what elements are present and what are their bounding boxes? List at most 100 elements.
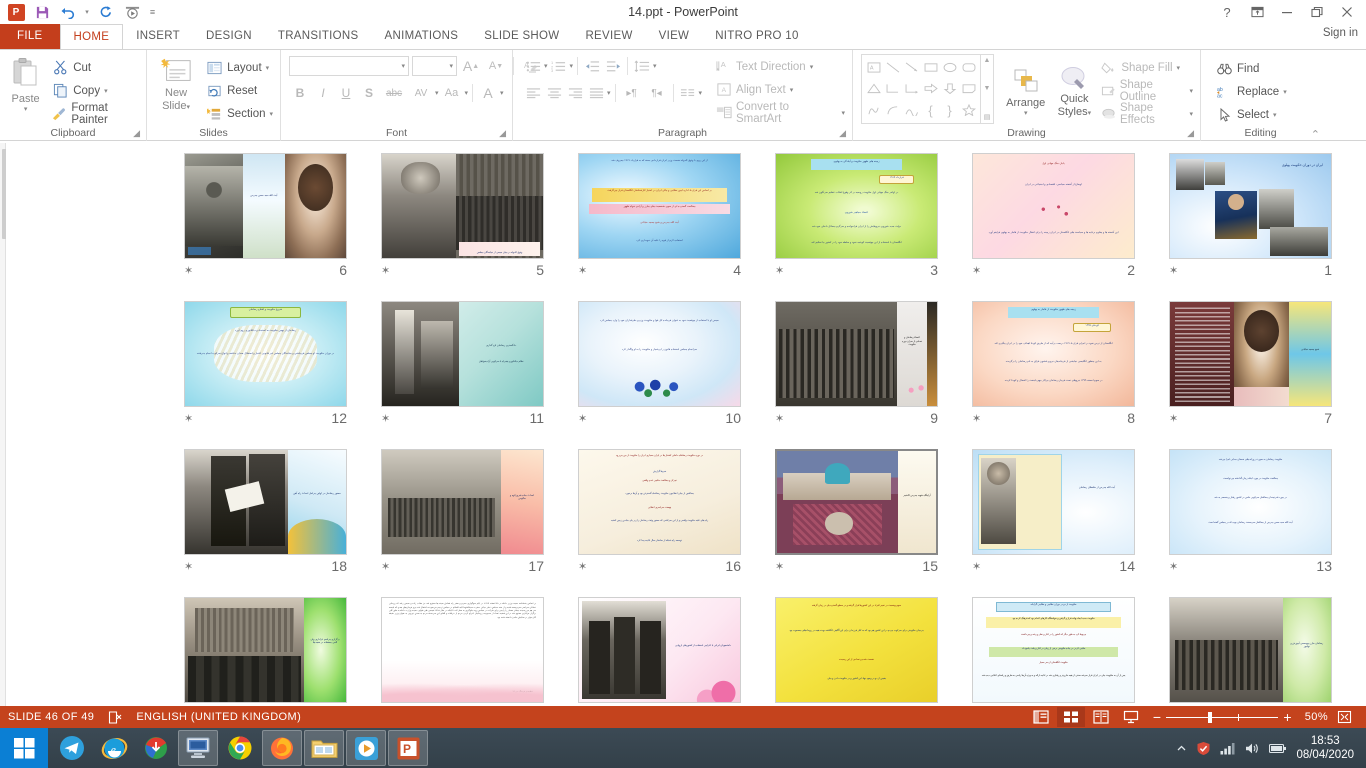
numbering-button[interactable]: 123 <box>549 56 569 77</box>
slide-cell-18[interactable]: حضور رضاخان در اولین مراحل احداث راه آهن… <box>184 449 381 577</box>
shape-curve-icon[interactable] <box>902 100 921 121</box>
spellcheck-icon[interactable] <box>108 711 122 724</box>
tab-nitro-pro[interactable]: NITRO PRO 10 <box>702 24 811 49</box>
change-case-button[interactable]: Aa <box>440 82 464 104</box>
zoom-level-label[interactable]: 50% <box>1300 711 1328 723</box>
sign-in-link[interactable]: Sign in <box>1323 27 1358 39</box>
copy-dropdown-icon[interactable]: ▾ <box>104 87 108 95</box>
increase-font-size-button[interactable]: A▲ <box>460 55 482 77</box>
strikethrough-button[interactable]: abc <box>381 82 407 104</box>
shape-line-icon[interactable] <box>883 57 902 78</box>
redo-icon[interactable] <box>94 1 118 23</box>
shape-right-brace-icon[interactable]: } <box>940 100 959 121</box>
replace-button[interactable]: abac Replace ▾ <box>1213 80 1290 103</box>
arrange-button[interactable]: Arrange ▾ <box>1000 64 1051 117</box>
slide-thumbnail-17[interactable]: احداث جاده فیروزکوه و چالوس <box>381 449 544 555</box>
slide-cell-13[interactable]: حکومت رضاخان به صورت روزانه های نسخان جد… <box>1169 449 1366 577</box>
slide-thumbnail-18[interactable]: حضور رضاخان در اولین مراحل احداث راه آهن <box>184 449 347 555</box>
slide-thumbnail-13[interactable]: حکومت رضاخان به صورت روزانه های نسخان جد… <box>1169 449 1332 555</box>
decrease-font-size-button[interactable]: A▼ <box>485 55 507 77</box>
italic-button[interactable]: I <box>312 82 334 104</box>
font-color-button[interactable]: A <box>477 82 499 104</box>
slide-thumbnail-5[interactable]: وثوق الدوله در میان جمعی از نمایندگان مج… <box>381 153 544 259</box>
format-painter-button[interactable]: Format Painter <box>49 102 142 125</box>
slide-thumbnail-3[interactable]: زمینه های ظهور حکومت و آمادگی به پهلوی ق… <box>775 153 938 259</box>
slide-thumbnail-20[interactable]: حکومت از دو در دوران نظامی و نظامی گرایا… <box>972 597 1135 703</box>
slide-cell-2[interactable]: پایان جنگ جهانی اول اوضاع از آشفته سیاسی… <box>972 153 1169 281</box>
convert-to-smartart-button[interactable]: Convert to SmartArt ▾ <box>712 101 848 124</box>
shape-left-brace-icon[interactable]: { <box>921 100 940 121</box>
slide-indicator[interactable]: SLIDE 46 OF 49 <box>8 711 94 723</box>
shapes-gallery[interactable]: A { } <box>861 54 994 124</box>
text-shadow-button[interactable]: S <box>358 82 380 104</box>
shapes-scroll-down-icon[interactable]: ▼ <box>984 85 991 92</box>
battery-icon[interactable] <box>1269 743 1287 754</box>
volume-icon[interactable] <box>1245 742 1260 755</box>
font-dialog-launcher[interactable]: ◢ <box>499 126 506 140</box>
slide-cell-1[interactable]: ایران در دوران حکومت پهلوی ✶ 1 <box>1169 153 1366 281</box>
network-signal-icon[interactable] <box>1220 742 1236 755</box>
shape-elbow-arrow-icon[interactable] <box>902 78 921 99</box>
shape-rounded-rect-icon[interactable] <box>959 57 978 78</box>
shapes-gallery-scrollbar[interactable]: ▲ ▼ ▤ <box>981 54 994 124</box>
slide-cell-8[interactable]: زمینه های ظهور حکومت از قاجار به پهلوی ک… <box>972 301 1169 429</box>
slide-thumbnail-12[interactable]: شروع حکومت و افتتاح رضاخان رضاخان از بهم… <box>184 301 347 407</box>
shape-textbox-icon[interactable]: A <box>864 57 883 78</box>
slide-thumbnail-11[interactable]: دادگستری رضاخان تاج گذاری نظام دیکتاتوری… <box>381 301 544 407</box>
fit-slide-to-window-button[interactable] <box>1330 707 1358 727</box>
taskbar-internet-download-manager-icon[interactable] <box>136 730 176 766</box>
shape-star-icon[interactable] <box>959 100 978 121</box>
align-right-button[interactable] <box>565 83 585 104</box>
tab-animations[interactable]: ANIMATIONS <box>372 24 472 49</box>
zoom-in-button[interactable]: + <box>1283 709 1292 725</box>
paragraph-dialog-launcher[interactable]: ◢ <box>839 126 846 140</box>
slide-thumbnail-24[interactable]: برگزاری مراسم عزاداری ولی النبی محققانه … <box>184 597 347 703</box>
bold-button[interactable]: B <box>289 82 311 104</box>
normal-view-button[interactable] <box>1027 707 1055 727</box>
tab-view[interactable]: VIEW <box>646 24 703 49</box>
restore-button[interactable] <box>1302 1 1332 23</box>
slide-show-view-button[interactable] <box>1117 707 1145 727</box>
zoom-slider[interactable]: − + <box>1153 709 1292 725</box>
increase-indent-button[interactable] <box>603 56 623 77</box>
shape-effects-button[interactable]: Shape Effects ▾ <box>1097 103 1196 126</box>
zoom-handle[interactable] <box>1208 712 1212 723</box>
decrease-indent-button[interactable] <box>582 56 602 77</box>
shape-down-arrow-icon[interactable] <box>940 78 959 99</box>
shape-scribble-icon[interactable] <box>864 100 883 121</box>
taskbar-powerpoint-icon[interactable]: P <box>388 730 428 766</box>
columns-button[interactable] <box>678 83 698 104</box>
shapes-scroll-up-icon[interactable]: ▲ <box>984 57 991 64</box>
tab-home[interactable]: HOME <box>60 24 124 49</box>
tab-slide-show[interactable]: SLIDE SHOW <box>471 24 572 49</box>
shape-fill-button[interactable]: Shape Fill ▾ <box>1097 57 1196 80</box>
line-spacing-button[interactable] <box>632 56 652 77</box>
ltr-text-direction-button[interactable]: ▸¶ <box>620 83 644 104</box>
slide-thumbnail-10[interactable]: سپس او با استفاده از موقعیت خود به عنوان… <box>578 301 741 407</box>
slide-thumbnail-22[interactable]: دانشجویان ایرانی با اعزامی استفاده از کش… <box>578 597 741 703</box>
align-left-button[interactable] <box>523 83 543 104</box>
shapes-more-icon[interactable]: ▤ <box>984 113 991 121</box>
slide-thumbnail-23[interactable]: بر اساس بخشنامه حمیده وزیر داخله در ۲۸ ا… <box>381 597 544 703</box>
tab-review[interactable]: REVIEW <box>572 24 645 49</box>
section-button[interactable]: Section ▾ <box>203 102 276 125</box>
save-icon[interactable] <box>30 1 54 23</box>
slide-thumbnail-19[interactable]: رضاخان خازن موسسی آموزش و نوآموز <box>1169 597 1332 703</box>
shape-rectangle-icon[interactable] <box>921 57 940 78</box>
slide-thumbnail-1[interactable]: ایران در دوران حکومت پهلوی <box>1169 153 1332 259</box>
reset-button[interactable]: Reset <box>203 79 276 102</box>
shape-oval-icon[interactable] <box>940 57 959 78</box>
minimize-button[interactable] <box>1272 1 1302 23</box>
slide-thumbnail-8[interactable]: زمینه های ظهور حکومت از قاجار به پهلوی ک… <box>972 301 1135 407</box>
language-indicator[interactable]: ENGLISH (UNITED KINGDOM) <box>136 711 301 723</box>
slide-cell-10[interactable]: سپس او با استفاده از موقعیت خود به عنوان… <box>578 301 775 429</box>
font-size-combobox[interactable]: ▾ <box>412 56 457 76</box>
justify-button[interactable] <box>586 83 606 104</box>
drawing-dialog-launcher[interactable]: ◢ <box>1187 126 1194 140</box>
customize-qat-icon[interactable]: ≡ <box>146 1 159 23</box>
shape-outline-button[interactable]: Shape Outline ▾ <box>1097 80 1196 103</box>
ribbon-display-options-icon[interactable] <box>1242 1 1272 23</box>
slide-cell-9[interactable]: اعضاء رضاخان و تعدادی از سران دوره حکومت… <box>775 301 972 429</box>
collapse-ribbon-button[interactable]: ⌃ <box>1311 128 1320 142</box>
slide-cell-6[interactable]: آیت الله سید حسن مدرس ✶ 6 <box>184 153 381 281</box>
